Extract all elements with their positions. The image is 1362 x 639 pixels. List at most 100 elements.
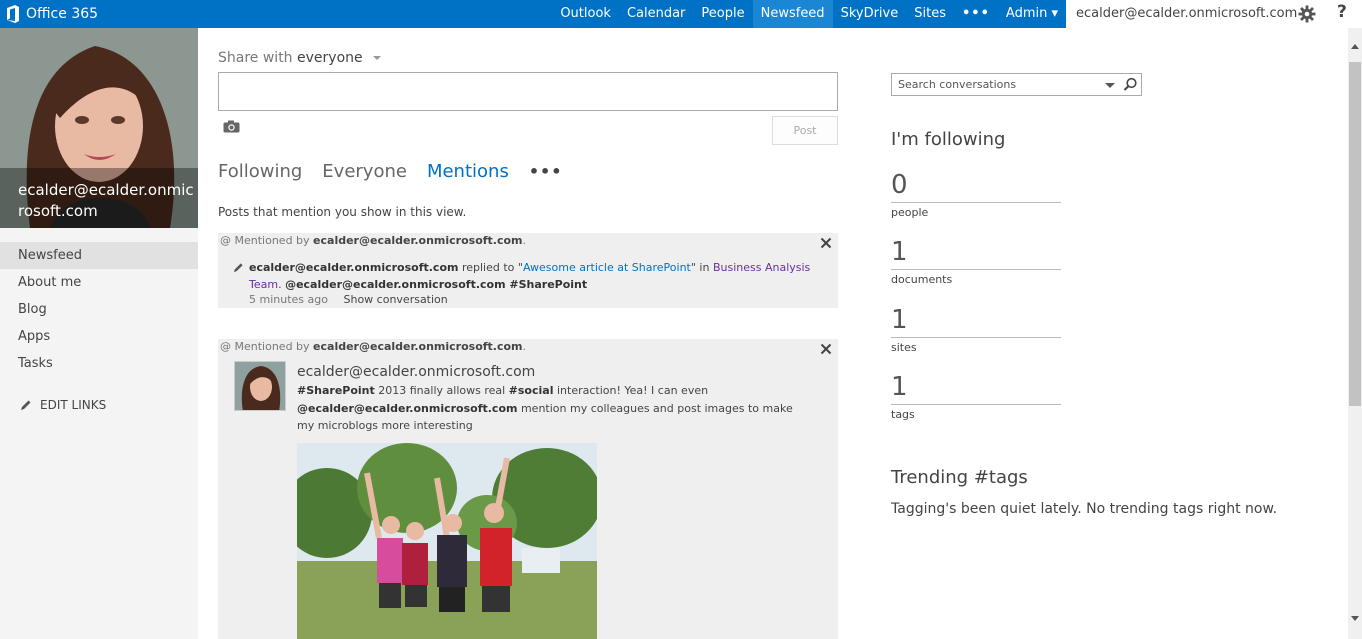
post-input[interactable] xyxy=(218,72,838,111)
divider xyxy=(891,404,1061,405)
nav-newsfeed[interactable]: Newsfeed xyxy=(752,0,833,28)
post-text: interaction! Yea! I can even xyxy=(556,384,709,397)
quicklaunch-about-me[interactable]: About me xyxy=(0,269,198,296)
feed-item: @ Mentioned by ecalder@ecalder.onmicroso… xyxy=(218,339,838,639)
reply-text: ecalder@ecalder.onmicrosoft.com replied … xyxy=(233,259,815,293)
share-with-selector[interactable]: Share with everyone xyxy=(218,50,382,66)
tab-following[interactable]: Following xyxy=(218,161,302,182)
at-icon: @ xyxy=(220,340,231,353)
scrollbar-thumb[interactable] xyxy=(1349,62,1361,406)
post-button[interactable]: Post xyxy=(772,116,838,145)
stat-value: 1 xyxy=(891,237,908,267)
stat-documents[interactable]: 1 documents xyxy=(891,237,1061,286)
profile-name[interactable]: ecalder@ecalder.onmicrosoft.com xyxy=(18,180,198,222)
nav-skydrive[interactable]: SkyDrive xyxy=(833,0,907,28)
feed-tabs: Following Everyone Mentions ••• xyxy=(218,161,563,182)
following-title: I'm following xyxy=(891,129,1006,150)
edit-links-button[interactable]: EDIT LINKS xyxy=(20,398,106,412)
share-prefix: Share with xyxy=(218,50,293,66)
user-area: ecalder@ecalder.onmicrosoft.com ▾ ? xyxy=(1066,0,1362,28)
edit-links-label: EDIT LINKS xyxy=(40,398,107,412)
left-sidebar: ecalder@ecalder.onmicrosoft.com Newsfeed… xyxy=(0,28,198,639)
share-target: everyone xyxy=(297,50,363,66)
scrollbar[interactable] xyxy=(1348,28,1362,639)
suite-nav: Outlook Calendar People Newsfeed SkyDriv… xyxy=(552,0,1066,28)
user-menu[interactable]: ecalder@ecalder.onmicrosoft.com ▾ xyxy=(1076,0,1308,28)
reply-link[interactable]: Awesome article at SharePoint xyxy=(523,261,691,274)
tab-mentions[interactable]: Mentions xyxy=(427,161,509,182)
reply-actor[interactable]: ecalder@ecalder.onmicrosoft.com xyxy=(249,261,458,274)
divider xyxy=(891,269,1061,270)
group-photo-image xyxy=(297,443,597,639)
office-logo-icon xyxy=(7,5,19,23)
post-author[interactable]: ecalder@ecalder.onmicrosoft.com xyxy=(297,364,535,380)
scroll-up-icon[interactable] xyxy=(1351,44,1359,49)
feed-item: @ Mentioned by ecalder@ecalder.onmicroso… xyxy=(218,233,838,308)
avatar[interactable] xyxy=(234,361,286,411)
stat-people[interactable]: 0 people xyxy=(891,170,1061,219)
stat-label: people xyxy=(891,206,929,219)
mentioned-by-line: @ Mentioned by ecalder@ecalder.onmicroso… xyxy=(220,234,527,247)
divider xyxy=(891,202,1061,203)
search-placeholder: Search conversations xyxy=(898,78,1017,91)
at-icon: @ xyxy=(220,234,231,247)
newsfeed-main: Share with everyone Post Following Every… xyxy=(218,28,838,639)
nav-more[interactable]: ••• xyxy=(954,0,998,28)
divider xyxy=(891,337,1061,338)
post-image[interactable] xyxy=(297,443,597,639)
profile-photo[interactable]: ecalder@ecalder.onmicrosoft.com xyxy=(0,28,198,228)
post-time[interactable]: 5 minutes ago xyxy=(249,293,328,306)
pencil-icon xyxy=(233,263,243,273)
nav-admin[interactable]: Admin ▾ xyxy=(998,0,1066,28)
hashtag[interactable]: #social xyxy=(509,384,554,397)
pencil-icon xyxy=(21,400,31,410)
stat-label: sites xyxy=(891,341,917,354)
trending-text: Tagging's been quiet lately. No trending… xyxy=(891,501,1278,517)
show-conversation-link[interactable]: Show conversation xyxy=(343,293,447,306)
nav-sites[interactable]: Sites xyxy=(906,0,954,28)
scroll-down-icon[interactable] xyxy=(1351,616,1359,621)
stat-sites[interactable]: 1 sites xyxy=(891,305,1061,354)
brand-label: Office 365 xyxy=(26,6,99,22)
hashtag[interactable]: #SharePoint xyxy=(297,384,375,397)
mentioned-by-user[interactable]: ecalder@ecalder.onmicrosoft.com xyxy=(313,234,522,247)
stat-value: 0 xyxy=(891,170,908,200)
mentioned-by-line: @ Mentioned by ecalder@ecalder.onmicroso… xyxy=(220,340,527,353)
stat-label: documents xyxy=(891,273,953,286)
reply-verb: replied to " xyxy=(461,261,523,274)
mentioned-prefix: Mentioned by xyxy=(234,340,310,353)
quick-launch: Newsfeed About me Blog Apps Tasks xyxy=(0,242,198,377)
stat-value: 1 xyxy=(891,305,908,335)
mentioned-by-user[interactable]: ecalder@ecalder.onmicrosoft.com xyxy=(313,340,522,353)
suite-bar: Office 365 Outlook Calendar People Newsf… xyxy=(0,0,1362,28)
search-input[interactable]: Search conversations xyxy=(891,73,1142,96)
search-icon[interactable] xyxy=(1123,77,1138,92)
reply-in: " in xyxy=(690,261,710,274)
quicklaunch-blog[interactable]: Blog xyxy=(0,296,198,323)
chevron-down-icon[interactable] xyxy=(1105,83,1115,88)
nav-people[interactable]: People xyxy=(693,0,752,28)
camera-icon[interactable] xyxy=(223,120,240,133)
mentioned-prefix: Mentioned by xyxy=(234,234,310,247)
close-icon[interactable] xyxy=(820,237,832,249)
post-meta: 5 minutes ago Show conversation xyxy=(249,293,448,306)
quicklaunch-apps[interactable]: Apps xyxy=(0,323,198,350)
office365-logo[interactable]: Office 365 xyxy=(6,4,98,24)
view-hint: Posts that mention you show in this view… xyxy=(218,205,467,219)
gear-icon[interactable] xyxy=(1298,5,1316,23)
right-column: Search conversations I'm following 0 peo… xyxy=(891,28,1311,639)
tabs-more-button[interactable]: ••• xyxy=(529,162,563,181)
tab-everyone[interactable]: Everyone xyxy=(322,161,407,182)
post-mention[interactable]: @ecalder@ecalder.onmicrosoft.com xyxy=(297,402,517,415)
close-icon[interactable] xyxy=(820,343,832,355)
quicklaunch-tasks[interactable]: Tasks xyxy=(0,350,198,377)
reply-mention[interactable]: @ecalder@ecalder.onmicrosoft.com #ShareP… xyxy=(285,278,587,291)
stat-tags[interactable]: 1 tags xyxy=(891,372,1061,421)
help-icon[interactable]: ? xyxy=(1337,2,1347,22)
nav-calendar[interactable]: Calendar xyxy=(619,0,693,28)
nav-outlook[interactable]: Outlook xyxy=(552,0,619,28)
avatar-image xyxy=(235,362,285,410)
chevron-down-icon xyxy=(373,56,382,60)
quicklaunch-newsfeed[interactable]: Newsfeed xyxy=(0,242,198,269)
stat-label: tags xyxy=(891,408,915,421)
